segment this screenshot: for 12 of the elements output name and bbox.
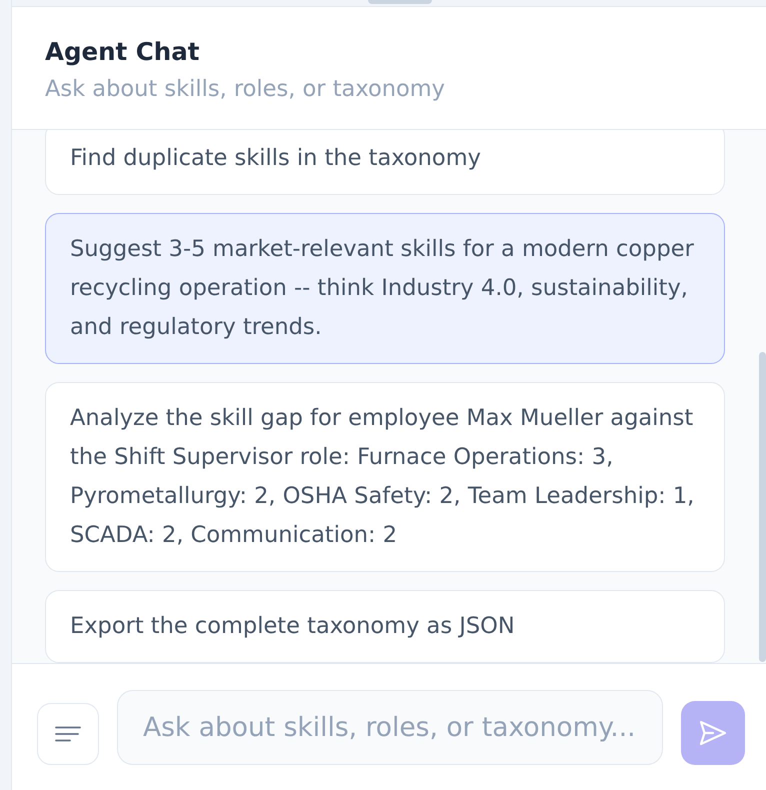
panel-title: Agent Chat: [45, 36, 200, 68]
panel-subtitle: Ask about skills, roles, or taxonomy: [45, 75, 445, 104]
lines-icon: [55, 726, 81, 742]
message-input[interactable]: Ask about skills, roles, or taxonomy...: [117, 690, 663, 765]
send-icon: [699, 720, 727, 746]
scrollbar-thumb[interactable]: [759, 352, 766, 662]
drag-handle[interactable]: [368, 0, 432, 4]
suggestion-card[interactable]: Find duplicate skills in the taxonomy: [45, 130, 725, 195]
suggestion-card[interactable]: Analyze the skill gap for employee Max Mueller against the Shift Supervisor role: Furnace Operations: 3, Pyrometallurgy: 2, OSHA Safety: 2, Team Leadership: 1, SCADA: 2, Communication: 2: [45, 382, 725, 572]
menu-button[interactable]: [37, 703, 99, 765]
suggestion-card[interactable]: Export the complete taxonomy as JSON: [45, 590, 725, 663]
suggestion-card[interactable]: Suggest 3-5 market-relevant skills for a modern copper recycling operation -- think Industry 4.0, sustainability, and regulatory trends.: [45, 213, 725, 364]
